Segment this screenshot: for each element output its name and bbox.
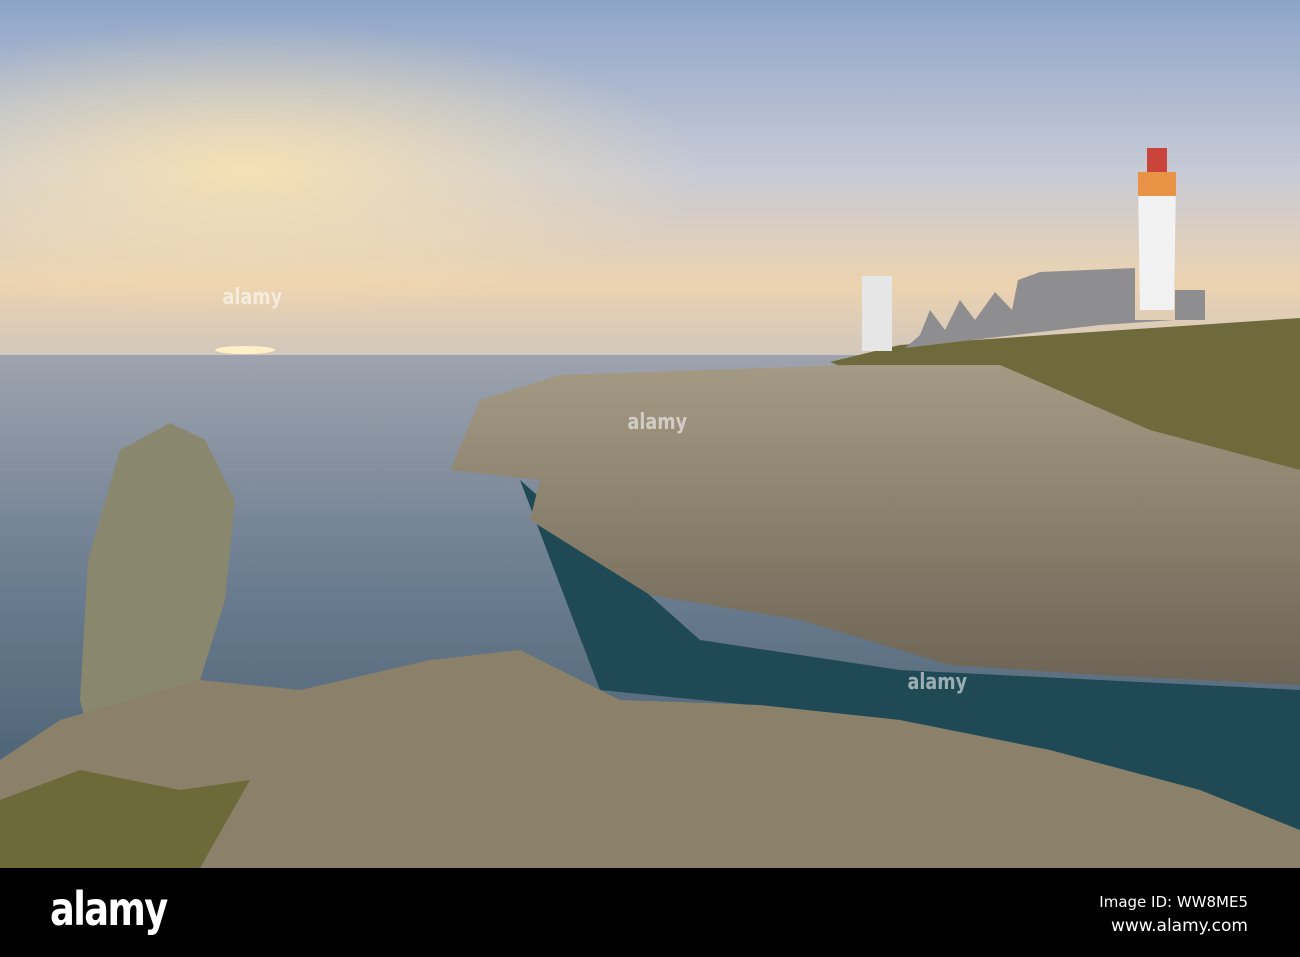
sun	[215, 346, 275, 354]
watermark: alamy	[222, 285, 283, 310]
alamy-logo[interactable]: alamy	[50, 882, 168, 936]
footer-bar: alamy Image ID: WW8ME5 www.alamy.com	[0, 868, 1300, 957]
lighthouse-tower	[1138, 180, 1176, 310]
watermark: alamy	[907, 670, 968, 695]
image-id: Image ID: WW8ME5	[1099, 893, 1248, 911]
watermark: alamy	[627, 410, 688, 435]
signal-tower	[862, 276, 892, 351]
site-url[interactable]: www.alamy.com	[1099, 914, 1248, 938]
